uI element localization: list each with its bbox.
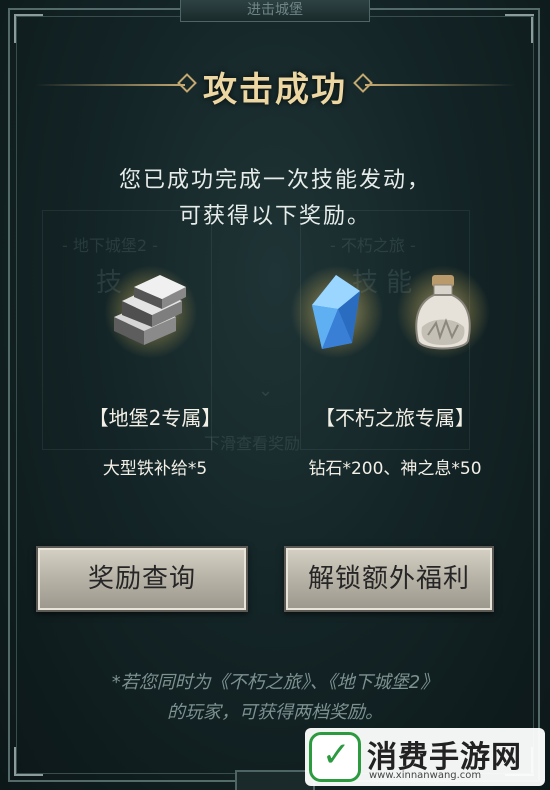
reward-group-title: 【不朽之旅专属】 bbox=[315, 406, 475, 430]
ghost-card-label: - 地下城堡2 - bbox=[62, 236, 158, 255]
reward-items: 大型铁补给*5 bbox=[102, 459, 208, 479]
watermark-url: www.xinnanwang.com bbox=[369, 770, 482, 781]
ghost-card-label: - 不朽之旅 - bbox=[330, 236, 416, 255]
reward-group-title: 【地堡2专属】 bbox=[88, 406, 222, 430]
message-line: 您已成功完成一次技能发动， bbox=[118, 168, 431, 193]
title-bar: 攻击成功 bbox=[0, 58, 550, 110]
bottom-ornament bbox=[235, 770, 315, 790]
watermark: ✓ 消费手游网 www.xinnanwang.com bbox=[305, 728, 545, 786]
reward-query-button[interactable]: 奖励查询 bbox=[36, 546, 248, 612]
unlock-extra-benefits-button[interactable]: 解锁额外福利 bbox=[284, 546, 494, 612]
footnote-line: 的玩家，可获得两档奖励。 bbox=[167, 702, 383, 723]
iron-ingot-icon bbox=[104, 265, 198, 359]
footnote-line: *若您同时为《不朽之旅》、《地下城堡2》 bbox=[111, 672, 439, 693]
message-line: 可获得以下奖励。 bbox=[178, 204, 371, 229]
reward-items: 钻石*200、神之息*50 bbox=[308, 459, 482, 479]
bottle-icon bbox=[396, 265, 490, 359]
watermark-logo-icon: ✓ bbox=[309, 732, 361, 782]
reward-dialog: 进击城堡 - 地下城堡2 - - 不朽之旅 - 技 技 能 下滑查看奖励 ⌄ 攻… bbox=[0, 0, 550, 790]
diamond-icon bbox=[290, 265, 384, 359]
dialog-title: 攻击成功 bbox=[203, 70, 347, 110]
title-divider bbox=[365, 84, 515, 86]
chevron-down-icon: ⌄ bbox=[258, 380, 274, 401]
top-tab: 进击城堡 bbox=[180, 0, 370, 22]
scroll-hint: 下滑查看奖励 bbox=[204, 434, 301, 453]
